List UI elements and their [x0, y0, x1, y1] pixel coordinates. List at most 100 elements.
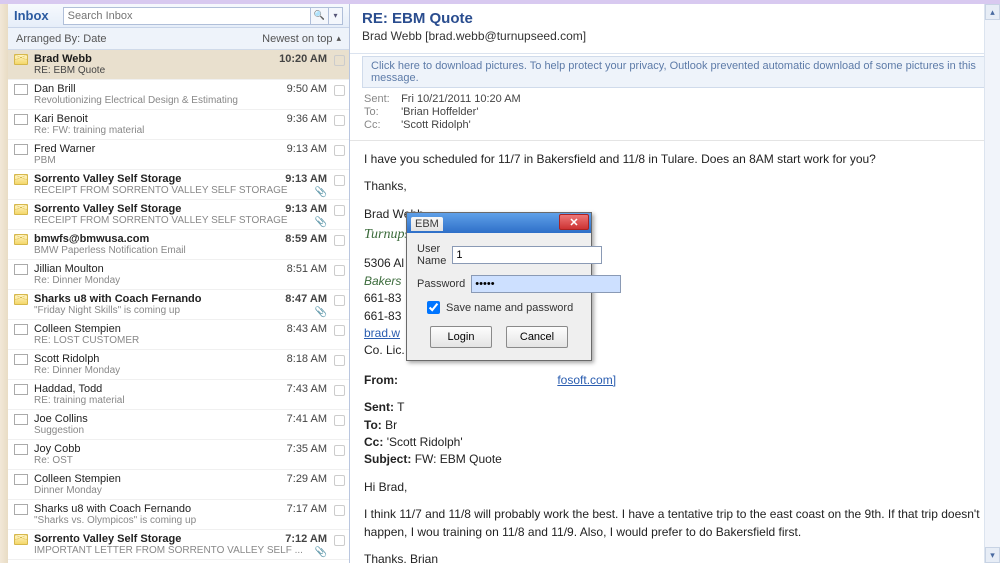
reading-meta: Sent: Fri 10/21/2011 10:20 AM To: 'Brian… [350, 92, 1000, 141]
envelope-icon [14, 294, 28, 305]
message-subject: "Sharks vs. Olympicos" is coming up [34, 515, 343, 526]
message-row[interactable]: Joe CollinsSuggestion7:41 AM [8, 410, 349, 440]
arrange-by-label[interactable]: Arranged By: Date [16, 33, 107, 45]
message-row[interactable]: Sorrento Valley Self StorageIMPORTANT LE… [8, 530, 349, 560]
q1-sent: T [397, 400, 404, 414]
password-label: Password [417, 278, 465, 290]
sig-email-link[interactable]: brad.w [364, 326, 400, 340]
message-list: Brad WebbRE: EBM Quote10:20 AMDan BrillR… [8, 50, 349, 563]
message-row[interactable]: Fred WarnerPBM9:13 AM [8, 140, 349, 170]
left-edge-strip [0, 4, 8, 563]
message-subject: BMW Paperless Notification Email [34, 245, 343, 256]
flag-toggle[interactable] [334, 535, 345, 546]
close-button[interactable]: ✕ [559, 214, 589, 230]
cancel-button[interactable]: Cancel [506, 326, 568, 348]
flag-toggle[interactable] [334, 85, 345, 96]
open-envelope-icon [14, 144, 28, 155]
search-wrap: 🔍 ▾ [63, 7, 343, 25]
dialog-titlebar[interactable]: EBM ✕ [407, 213, 591, 233]
flag-toggle[interactable] [334, 415, 345, 426]
message-row[interactable]: Haddad, ToddRE: training material7:43 AM [8, 380, 349, 410]
open-envelope-icon [14, 84, 28, 95]
message-time: 8:47 AM [285, 293, 327, 305]
save-credentials-checkbox[interactable] [427, 301, 440, 314]
message-subject: PBM [34, 155, 343, 166]
message-row[interactable]: Kari BenoitRe: FW: training material9:36… [8, 110, 349, 140]
message-subject: RECEIPT FROM SORRENTO VALLEY SELF STORAG… [34, 215, 343, 226]
flag-toggle[interactable] [334, 115, 345, 126]
message-row[interactable]: Sharks u8 with Coach Fernando"Friday Nig… [8, 290, 349, 320]
arrange-bar[interactable]: Arranged By: Date Newest on top ▴ [8, 28, 349, 50]
q1-to: Br [385, 418, 397, 432]
search-button[interactable]: 🔍 [311, 7, 329, 25]
flag-toggle[interactable] [334, 265, 345, 276]
message-row[interactable]: Jillian MoultonRe: Dinner Monday8:51 AM [8, 260, 349, 290]
flag-toggle[interactable] [334, 385, 345, 396]
message-time: 7:43 AM [287, 383, 327, 395]
message-time: 8:18 AM [287, 353, 327, 365]
dialog-body: User Name Password Save name and passwor… [407, 233, 591, 360]
message-subject: RE: training material [34, 395, 343, 406]
message-time: 7:41 AM [287, 413, 327, 425]
username-input[interactable] [452, 246, 602, 264]
flag-toggle[interactable] [334, 445, 345, 456]
message-time: 7:12 AM [285, 533, 327, 545]
flag-toggle[interactable] [334, 475, 345, 486]
login-button[interactable]: Login [430, 326, 492, 348]
message-row[interactable]: Scott RidolphRe: Dinner Monday8:18 AM [8, 350, 349, 380]
q1-from-label: From: [364, 373, 398, 387]
message-row[interactable]: Sharks u8 with Coach Fernando"Sharks vs.… [8, 500, 349, 530]
envelope-icon [14, 234, 28, 245]
username-label: User Name [417, 243, 446, 267]
message-time: 7:17 AM [287, 503, 327, 515]
flag-toggle[interactable] [334, 175, 345, 186]
login-dialog: EBM ✕ User Name Password Save name and p… [406, 212, 592, 361]
message-subject: IMPORTANT LETTER FROM SORRENTO VALLEY SE… [34, 545, 343, 556]
search-scope-dropdown[interactable]: ▾ [329, 7, 343, 25]
message-row[interactable]: Brad WebbRE: EBM Quote10:20 AM [8, 50, 349, 80]
open-envelope-icon [14, 444, 28, 455]
q1-subj-label: Subject: [364, 452, 411, 466]
attachment-icon: 📎 [315, 217, 327, 228]
flag-toggle[interactable] [334, 55, 345, 66]
open-envelope-icon [14, 264, 28, 275]
open-envelope-icon [14, 414, 28, 425]
message-row[interactable]: Sorrento Valley Self StorageRECEIPT FROM… [8, 170, 349, 200]
message-row[interactable]: Colleen StempienDinner Monday7:29 AM [8, 470, 349, 500]
message-row[interactable]: bmwfs@bmwusa.comBMW Paperless Notificati… [8, 230, 349, 260]
flag-toggle[interactable] [334, 505, 345, 516]
flag-toggle[interactable] [334, 235, 345, 246]
message-time: 10:20 AM [279, 53, 327, 65]
body-line: I have you scheduled for 11/7 in Bakersf… [364, 151, 986, 168]
q1-to-label: To: [364, 418, 382, 432]
message-subject: Re: Dinner Monday [34, 365, 343, 376]
password-input[interactable] [471, 275, 621, 293]
message-time: 9:13 AM [285, 173, 327, 185]
message-subject: Re: Dinner Monday [34, 275, 343, 286]
sort-order-toggle[interactable]: Newest on top ▴ [262, 33, 341, 45]
message-subject: Re: OST [34, 455, 343, 466]
open-envelope-icon [14, 474, 28, 485]
message-time: 7:29 AM [287, 473, 327, 485]
message-row[interactable]: Joy CobbRe: OST7:35 AM [8, 440, 349, 470]
message-time: 8:51 AM [287, 263, 327, 275]
flag-toggle[interactable] [334, 145, 345, 156]
flag-toggle[interactable] [334, 295, 345, 306]
message-row[interactable]: Sorrento Valley Self StorageRECEIPT FROM… [8, 200, 349, 230]
flag-toggle[interactable] [334, 355, 345, 366]
message-subject: Dinner Monday [34, 485, 343, 496]
flag-toggle[interactable] [334, 325, 345, 336]
cc-value: 'Scott Ridolph' [401, 119, 471, 131]
q1-from-link-tail[interactable]: fosoft.com] [557, 373, 616, 387]
scroll-down-icon[interactable]: ▾ [985, 547, 1000, 563]
scroll-up-icon[interactable]: ▴ [985, 4, 1000, 20]
download-pictures-banner[interactable]: Click here to download pictures. To help… [362, 56, 988, 88]
sent-value: Fri 10/21/2011 10:20 AM [401, 93, 521, 105]
search-input[interactable] [63, 7, 311, 25]
message-time: 8:59 AM [285, 233, 327, 245]
q1-hi: Hi Brad, [364, 479, 986, 496]
reading-scrollbar[interactable]: ▴ ▾ [984, 4, 1000, 563]
flag-toggle[interactable] [334, 205, 345, 216]
message-row[interactable]: Colleen StempienRE: LOST CUSTOMER8:43 AM [8, 320, 349, 350]
message-row[interactable]: Dan BrillRevolutionizing Electrical Desi… [8, 80, 349, 110]
